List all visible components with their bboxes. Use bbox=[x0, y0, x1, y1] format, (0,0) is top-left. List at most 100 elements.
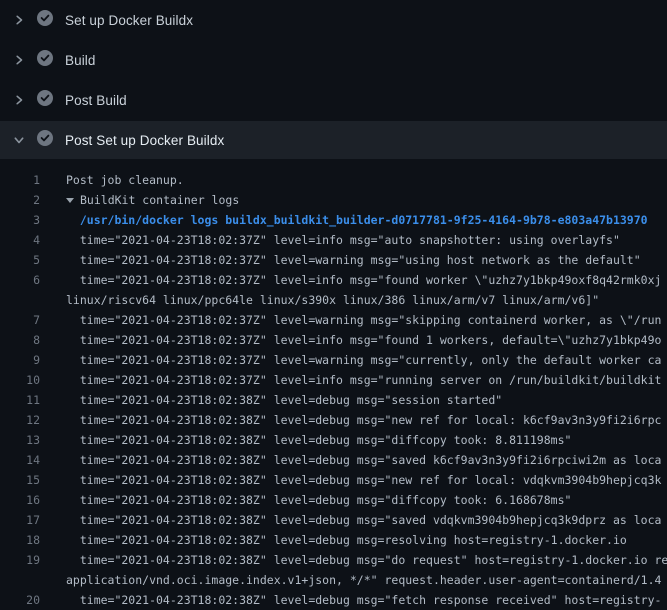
log-line-text: time="2021-04-23T18:02:38Z" level=debug … bbox=[66, 390, 502, 410]
log-line: application/vnd.oci.image.index.v1+json,… bbox=[0, 570, 667, 590]
log-line-number[interactable]: 19 bbox=[0, 550, 40, 570]
log-line-content: time="2021-04-23T18:02:38Z" level=debug … bbox=[66, 493, 571, 507]
step-header-post-setup-docker-buildx[interactable]: Post Set up Docker Buildx bbox=[0, 121, 667, 159]
log-line-text: time="2021-04-23T18:02:38Z" level=debug … bbox=[66, 510, 661, 530]
log-line-number[interactable]: 5 bbox=[0, 250, 40, 270]
log-line-number[interactable] bbox=[0, 570, 40, 590]
log-lines: 1 Post job cleanup. 2 BuildKit container… bbox=[0, 160, 667, 610]
log-line-content: time="2021-04-23T18:02:38Z" level=debug … bbox=[66, 553, 667, 567]
log-line-text: time="2021-04-23T18:02:38Z" level=debug … bbox=[66, 410, 661, 430]
log-line: 11 time="2021-04-23T18:02:38Z" level=deb… bbox=[0, 390, 667, 410]
log-line-text: time="2021-04-23T18:02:37Z" level=info m… bbox=[66, 230, 620, 250]
log-line-text: BuildKit container logs bbox=[66, 190, 239, 210]
log-line-content: time="2021-04-23T18:02:37Z" level=warnin… bbox=[66, 313, 661, 327]
success-check-icon bbox=[37, 90, 53, 111]
log-line: 19 time="2021-04-23T18:02:38Z" level=deb… bbox=[0, 550, 667, 570]
log-line: 2 BuildKit container logs bbox=[0, 190, 667, 210]
log-line-content: time="2021-04-23T18:02:38Z" level=debug … bbox=[66, 533, 627, 547]
steps-list: Set up Docker Buildx Build Post Build Po… bbox=[0, 0, 667, 159]
log-line-text: time="2021-04-23T18:02:38Z" level=debug … bbox=[66, 530, 627, 550]
log-line-number[interactable]: 2 bbox=[0, 190, 40, 210]
success-check-icon bbox=[37, 130, 53, 151]
log-line-text: time="2021-04-23T18:02:38Z" level=debug … bbox=[66, 430, 571, 450]
chevron-right-icon bbox=[12, 53, 26, 67]
log-line: 9 time="2021-04-23T18:02:37Z" level=warn… bbox=[0, 350, 667, 370]
log-line-number[interactable]: 7 bbox=[0, 310, 40, 330]
step-header-post-build[interactable]: Post Build bbox=[0, 80, 667, 120]
log-line-content: time="2021-04-23T18:02:38Z" level=debug … bbox=[66, 393, 502, 407]
step-label: Post Set up Docker Buildx bbox=[65, 133, 224, 148]
log-line-text: time="2021-04-23T18:02:38Z" level=debug … bbox=[66, 490, 571, 510]
log-line-content: time="2021-04-23T18:02:37Z" level=warnin… bbox=[66, 253, 641, 267]
log-line-text: time="2021-04-23T18:02:37Z" level=warnin… bbox=[66, 350, 661, 370]
step-label: Post Build bbox=[65, 93, 127, 108]
log-line-number[interactable]: 16 bbox=[0, 490, 40, 510]
log-line-content: linux/riscv64 linux/ppc64le linux/s390x … bbox=[66, 293, 599, 307]
log-line: 4 time="2021-04-23T18:02:37Z" level=info… bbox=[0, 230, 667, 250]
log-line-content: /usr/bin/docker logs buildx_buildkit_bui… bbox=[66, 213, 648, 227]
log-line-text: application/vnd.oci.image.index.v1+json,… bbox=[66, 570, 661, 590]
log-line-number[interactable]: 3 bbox=[0, 210, 40, 230]
log-line-content: time="2021-04-23T18:02:37Z" level=info m… bbox=[66, 233, 620, 247]
log-line-text: time="2021-04-23T18:02:38Z" level=debug … bbox=[66, 550, 667, 570]
log-line: 8 time="2021-04-23T18:02:37Z" level=info… bbox=[0, 330, 667, 350]
step-header-setup-docker-buildx[interactable]: Set up Docker Buildx bbox=[0, 0, 667, 40]
log-line-number[interactable]: 17 bbox=[0, 510, 40, 530]
log-line-number[interactable]: 9 bbox=[0, 350, 40, 370]
log-line-text: time="2021-04-23T18:02:38Z" level=debug … bbox=[66, 450, 661, 470]
log-line-content: time="2021-04-23T18:02:37Z" level=info m… bbox=[66, 333, 661, 347]
log-line: 3 /usr/bin/docker logs buildx_buildkit_b… bbox=[0, 210, 667, 230]
log-line: 1 Post job cleanup. bbox=[0, 170, 667, 190]
log-line-content: time="2021-04-23T18:02:38Z" level=debug … bbox=[66, 413, 661, 427]
log-line-content: time="2021-04-23T18:02:38Z" level=debug … bbox=[66, 593, 661, 607]
log-line-number[interactable]: 14 bbox=[0, 450, 40, 470]
log-line-number[interactable]: 8 bbox=[0, 330, 40, 350]
log-line: 15 time="2021-04-23T18:02:38Z" level=deb… bbox=[0, 470, 667, 490]
log-line-content: application/vnd.oci.image.index.v1+json,… bbox=[66, 573, 661, 587]
log-line-number[interactable] bbox=[0, 290, 40, 310]
log-line-text: linux/riscv64 linux/ppc64le linux/s390x … bbox=[66, 290, 599, 310]
log-line-number[interactable]: 4 bbox=[0, 230, 40, 250]
log-line-number[interactable]: 6 bbox=[0, 270, 40, 290]
log-line-text: Post job cleanup. bbox=[66, 170, 184, 190]
log-line: 6 time="2021-04-23T18:02:37Z" level=info… bbox=[0, 270, 667, 290]
log-line-text: /usr/bin/docker logs buildx_buildkit_bui… bbox=[66, 210, 648, 230]
log-line-content: time="2021-04-23T18:02:37Z" level=info m… bbox=[66, 373, 661, 387]
log-line-number[interactable]: 10 bbox=[0, 370, 40, 390]
log-line: 16 time="2021-04-23T18:02:38Z" level=deb… bbox=[0, 490, 667, 510]
log-line-number[interactable]: 11 bbox=[0, 390, 40, 410]
log-line-content: time="2021-04-23T18:02:38Z" level=debug … bbox=[66, 433, 571, 447]
log-line: linux/riscv64 linux/ppc64le linux/s390x … bbox=[0, 290, 667, 310]
log-line-number[interactable]: 20 bbox=[0, 590, 40, 610]
log-line-number[interactable]: 13 bbox=[0, 430, 40, 450]
log-line: 7 time="2021-04-23T18:02:37Z" level=warn… bbox=[0, 310, 667, 330]
log-line-content: Post job cleanup. bbox=[66, 173, 184, 187]
log-line-text: time="2021-04-23T18:02:37Z" level=warnin… bbox=[66, 250, 641, 270]
chevron-down-icon bbox=[12, 133, 26, 147]
actions-log-viewer: { "colors": { "bg": "#0d1117", "band": "… bbox=[0, 0, 667, 600]
log-line-content: time="2021-04-23T18:02:37Z" level=warnin… bbox=[66, 353, 661, 367]
log-line: 18 time="2021-04-23T18:02:38Z" level=deb… bbox=[0, 530, 667, 550]
log-line-content: time="2021-04-23T18:02:38Z" level=debug … bbox=[66, 453, 661, 467]
log-line: 20 time="2021-04-23T18:02:38Z" level=deb… bbox=[0, 590, 667, 610]
chevron-right-icon bbox=[12, 13, 26, 27]
log-line-text: time="2021-04-23T18:02:38Z" level=debug … bbox=[66, 590, 661, 610]
step-label: Set up Docker Buildx bbox=[65, 13, 193, 28]
log-line-number[interactable]: 12 bbox=[0, 410, 40, 430]
success-check-icon bbox=[37, 50, 53, 71]
step-label: Build bbox=[65, 53, 96, 68]
step-header-build[interactable]: Build bbox=[0, 40, 667, 80]
log-line-content: time="2021-04-23T18:02:38Z" level=debug … bbox=[66, 473, 661, 487]
log-line-number[interactable]: 18 bbox=[0, 530, 40, 550]
log-line-number[interactable]: 1 bbox=[0, 170, 40, 190]
log-group-expander-icon[interactable] bbox=[66, 190, 74, 210]
log-line: 10 time="2021-04-23T18:02:37Z" level=inf… bbox=[0, 370, 667, 390]
log-line: 13 time="2021-04-23T18:02:38Z" level=deb… bbox=[0, 430, 667, 450]
log-line: 12 time="2021-04-23T18:02:38Z" level=deb… bbox=[0, 410, 667, 430]
log-line-text: time="2021-04-23T18:02:37Z" level=warnin… bbox=[66, 310, 661, 330]
log-line-number[interactable]: 15 bbox=[0, 470, 40, 490]
success-check-icon bbox=[37, 10, 53, 31]
log-line-text: time="2021-04-23T18:02:38Z" level=debug … bbox=[66, 470, 661, 490]
log-line: 17 time="2021-04-23T18:02:38Z" level=deb… bbox=[0, 510, 667, 530]
log-line-text: time="2021-04-23T18:02:37Z" level=info m… bbox=[66, 370, 661, 390]
